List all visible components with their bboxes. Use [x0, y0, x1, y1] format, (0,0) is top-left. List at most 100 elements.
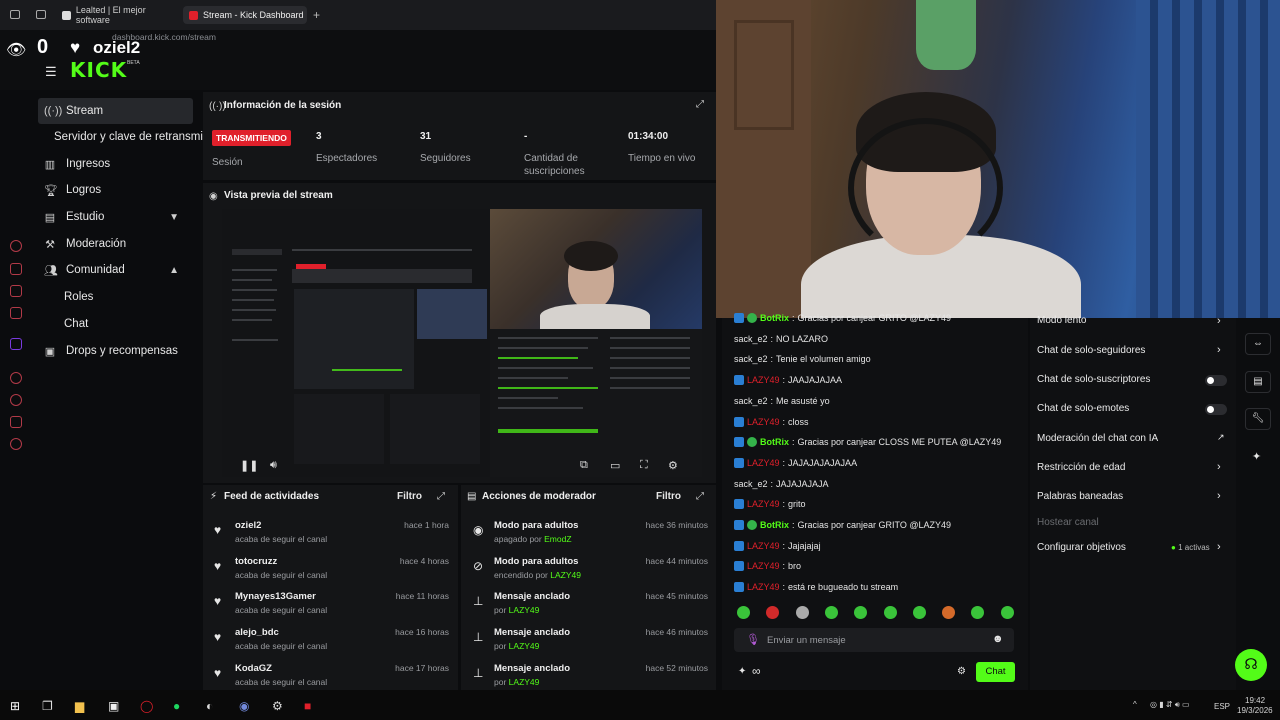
tray-icons[interactable]: ◎ ▮ ⇵ 🔊︎ ▭ [1150, 700, 1190, 710]
task-view-icon[interactable]: ❐ [42, 699, 53, 713]
volume-icon[interactable]: 🔊︎ [270, 459, 277, 472]
chat-message[interactable]: LAZY49: Jajajajaj [734, 540, 821, 551]
store-icon[interactable]: ▣ [108, 699, 119, 713]
rail-icon[interactable] [10, 372, 22, 384]
mod-item-name[interactable]: Mensaje anclado [494, 591, 570, 602]
resize-icon[interactable]: ⇔ [1245, 333, 1271, 355]
chat-username[interactable]: LAZY49 [747, 561, 780, 571]
chevron-right-icon[interactable]: › [1217, 315, 1221, 327]
stream-preview-video[interactable]: ❚❚ 🔊︎ ⧉ ▭ ⛶ ⚙ [222, 209, 702, 477]
chat-username[interactable]: LAZY49 [747, 375, 780, 385]
rail-icon[interactable] [10, 240, 22, 252]
emote-icon[interactable] [883, 606, 897, 619]
setting-age-restriction[interactable]: Restricción de edad [1037, 462, 1125, 473]
subscribers-only-toggle[interactable] [1205, 375, 1227, 386]
feed-filter-button[interactable]: Filtro [397, 491, 422, 502]
chat-message[interactable]: sack_e2: Me asusté yo [734, 396, 830, 406]
expand-icon[interactable]: ⤢ [437, 491, 445, 502]
mic-icon[interactable]: 🎙︎ [746, 633, 760, 646]
mod-filter-button[interactable]: Filtro [656, 491, 681, 502]
chat-username[interactable]: sack_e2 [734, 479, 768, 489]
sparkle-icon[interactable]: ✦ [1252, 450, 1261, 463]
chat-message[interactable]: sack_e2: Tenie el volumen amigo [734, 354, 871, 364]
setting-goals[interactable]: Configurar objetivos [1037, 542, 1126, 553]
mod-item-user[interactable]: LAZY49 [509, 677, 540, 687]
mod-item-name[interactable]: Mensaje anclado [494, 627, 570, 638]
sidebar-item-roles[interactable]: Roles [64, 291, 93, 303]
wrench-icon[interactable]: 🔧︎ [1245, 408, 1271, 430]
chat-input[interactable]: 🎙︎ Enviar un mensaje ☻ [734, 628, 1014, 652]
mod-item-name[interactable]: Modo para adultos [494, 556, 578, 567]
chat-username[interactable]: sack_e2 [734, 334, 768, 344]
emote-icon[interactable] [824, 606, 838, 619]
twitch-icon[interactable] [10, 338, 22, 350]
emote-icon[interactable] [795, 606, 809, 619]
chat-username[interactable]: LAZY49 [747, 541, 780, 551]
chat-username[interactable]: BotRix [760, 437, 789, 447]
emote-icon[interactable] [737, 606, 750, 619]
setting-slow-mode[interactable]: Modo lento [1037, 315, 1086, 326]
feed-item-name[interactable]: Mynayes13Gamer [235, 591, 316, 602]
setting-host-channel[interactable]: Hostear canal [1037, 517, 1099, 528]
mod-item-name[interactable]: Modo para adultos [494, 520, 578, 531]
clock-date[interactable]: 19/3/2026 [1237, 706, 1273, 715]
sidebar-item-estudio[interactable]: ▤ Estudio ▼ [38, 204, 193, 230]
chat-message[interactable]: sack_e2: NO LAZARO [734, 334, 828, 344]
windows-start-icon[interactable]: ⊞ [10, 699, 20, 713]
chat-username[interactable]: LAZY49 [747, 499, 780, 509]
sidebar-item-server-key[interactable]: Servidor y clave de retransmi [54, 131, 203, 143]
new-tab-button[interactable]: + [313, 8, 320, 22]
chevron-right-icon[interactable]: › [1217, 490, 1221, 502]
infinity-icon[interactable]: ∞ [752, 664, 761, 678]
tray-chevron-icon[interactable]: ^ [1133, 700, 1137, 709]
sidebar-item-drops[interactable]: ▣ Drops y recompensas [38, 338, 193, 364]
sidebar-item-comunidad[interactable]: 👥︎ Comunidad ▲ [38, 257, 193, 283]
rail-icon[interactable] [10, 285, 22, 297]
chat-message[interactable]: sack_e2: JAJAJAJAJA [734, 479, 829, 489]
app-icon[interactable]: ■ [304, 699, 311, 713]
chat-message[interactable]: BotRix: Gracias por canjear GRITO @LAZY4… [734, 520, 951, 530]
window-icon[interactable] [10, 10, 20, 19]
support-icon[interactable]: ☊ [1235, 649, 1267, 681]
pip-icon[interactable]: ⧉ [580, 459, 588, 472]
expand-icon[interactable]: ⤢ [696, 491, 704, 502]
feed-item-name[interactable]: alejo_bdc [235, 627, 279, 638]
chat-username[interactable]: sack_e2 [734, 396, 768, 406]
chat-username[interactable]: LAZY49 [747, 582, 780, 592]
tab-lealted[interactable]: Lealted | El mejor software [56, 5, 180, 25]
sidebar-item-logros[interactable]: 🏆︎ Logros [38, 177, 193, 203]
chevron-right-icon[interactable]: › [1217, 541, 1221, 553]
emoji-icon[interactable]: ☻ [992, 633, 1004, 645]
emote-icon[interactable] [942, 606, 956, 619]
mod-item-user[interactable]: LAZY49 [550, 570, 581, 580]
sidebar-item-stream[interactable]: ((·)) Stream [38, 98, 193, 124]
sidebar-item-ingresos[interactable]: ▥ Ingresos [38, 151, 193, 177]
mod-item-user[interactable]: LAZY49 [509, 641, 540, 651]
setting-ai-moderation[interactable]: Moderación del chat con IA [1037, 433, 1158, 444]
setting-followers-only[interactable]: Chat de solo-seguidores [1037, 345, 1145, 356]
chat-message[interactable]: LAZY49: JAAJAJAJAA [734, 375, 842, 386]
chat-username[interactable]: LAZY49 [747, 458, 780, 468]
emote-icon[interactable] [912, 606, 926, 619]
discord-icon[interactable]: ◉ [239, 699, 249, 713]
chat-username[interactable]: LAZY49 [747, 417, 780, 427]
chat-message[interactable]: LAZY49: grito [734, 499, 806, 510]
chat-settings-icon[interactable]: ⚙ [957, 666, 966, 677]
chat-message[interactable]: BotRix: Gracias por canjear GRITO @LAZY4… [734, 313, 951, 323]
rail-icon[interactable] [10, 394, 22, 406]
rail-icon[interactable] [10, 416, 22, 428]
rail-icon[interactable] [10, 438, 22, 450]
menu-icon[interactable]: ☰ [45, 64, 57, 80]
mod-item-user[interactable]: LAZY49 [509, 605, 540, 615]
emote-icon[interactable] [1000, 606, 1014, 619]
feed-item-name[interactable]: KodaGZ [235, 663, 272, 674]
panel-icon[interactable]: ▤ [1245, 371, 1271, 393]
file-explorer-icon[interactable]: ▆ [75, 699, 84, 713]
rail-icon[interactable] [10, 263, 22, 275]
sidebar-item-chat[interactable]: Chat [64, 318, 88, 330]
tab-kick-dashboard[interactable]: Stream - Kick Dashboard [183, 6, 307, 24]
setting-banned-words[interactable]: Palabras baneadas [1037, 491, 1123, 502]
chat-username[interactable]: sack_e2 [734, 354, 768, 364]
chat-username[interactable]: BotRix [760, 313, 789, 323]
spotify-icon[interactable]: ● [173, 699, 180, 713]
